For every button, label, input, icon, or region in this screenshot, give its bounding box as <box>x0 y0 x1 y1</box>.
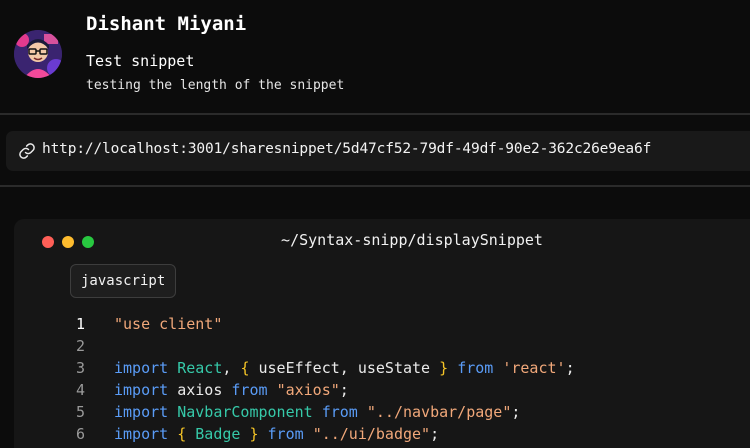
line-number: 6 <box>76 425 86 443</box>
code-token: 'react' <box>502 359 566 377</box>
code-token: from <box>231 381 268 399</box>
code-line: 1 "use client" <box>14 313 750 335</box>
code-line: 5 import NavbarComponent from "../navbar/… <box>14 401 750 423</box>
code-token: ; <box>430 425 440 443</box>
code-token: React <box>177 359 223 377</box>
code-token: import <box>114 381 169 399</box>
line-number: 1 <box>76 315 86 333</box>
divider <box>0 185 750 187</box>
code-editor-window: ~/Syntax-snipp/displaySnippet javascript… <box>14 219 750 448</box>
code-line: 2 <box>14 335 750 357</box>
code-line: 3 import React, { useEffect, useState } f… <box>14 357 750 379</box>
code-token: "use client" <box>114 315 223 333</box>
share-url[interactable]: http://localhost:3001/sharesnippet/5d47c… <box>42 141 651 157</box>
code-token: from <box>321 403 358 421</box>
code-token: ; <box>339 381 349 399</box>
avatar-illustration <box>14 30 62 78</box>
code-text: "use client" <box>114 313 222 335</box>
code-token: Badge <box>195 425 241 443</box>
line-number: 5 <box>76 403 86 421</box>
language-badge: javascript <box>70 264 177 298</box>
code-token: } <box>439 359 449 377</box>
code-token: "../ui/badge" <box>312 425 431 443</box>
code-token: from <box>267 425 304 443</box>
link-icon <box>19 143 35 159</box>
code-text: import { Badge } from "../ui/badge"; <box>114 423 439 445</box>
snippet-header: Dishant Miyani Test snippet testing the … <box>0 0 750 112</box>
code-line: 6 import { Badge } from "../ui/badge"; <box>14 423 750 445</box>
code-text: import axios from "axios"; <box>114 379 349 401</box>
code-token: NavbarComponent <box>177 403 313 421</box>
line-number: 4 <box>76 381 86 399</box>
code-line: 4 import axios from "axios"; <box>14 379 750 401</box>
line-number: 2 <box>76 337 86 355</box>
code-token: useEffect, useState <box>249 359 440 377</box>
code-token: ; <box>565 359 575 377</box>
code-token: import <box>114 425 169 443</box>
file-path: ~/Syntax-snipp/displaySnippet <box>281 231 543 249</box>
snippet-title: Test snippet <box>86 52 195 70</box>
code-block[interactable]: 1 "use client" 2 3 import React, { useEffect… <box>14 313 750 445</box>
code-token: import <box>114 359 169 377</box>
code-token: "axios" <box>276 381 340 399</box>
avatar[interactable] <box>14 30 62 78</box>
line-number: 3 <box>76 359 86 377</box>
code-token: , <box>222 359 241 377</box>
code-token: from <box>457 359 494 377</box>
code-text: import React, { useEffect, useState } fr… <box>114 357 575 379</box>
divider <box>0 113 750 115</box>
code-text: import NavbarComponent from "../navbar/p… <box>114 401 520 423</box>
author-name: Dishant Miyani <box>86 13 247 35</box>
code-token: ; <box>511 403 521 421</box>
snippet-description: testing the length of the snippet <box>86 78 345 93</box>
share-link-bar[interactable]: http://localhost:3001/sharesnippet/5d47c… <box>6 131 750 171</box>
code-token: } <box>249 425 259 443</box>
code-token: axios <box>168 381 232 399</box>
code-token: { <box>177 425 187 443</box>
code-token: import <box>114 403 169 421</box>
code-token: "../navbar/page" <box>366 403 512 421</box>
